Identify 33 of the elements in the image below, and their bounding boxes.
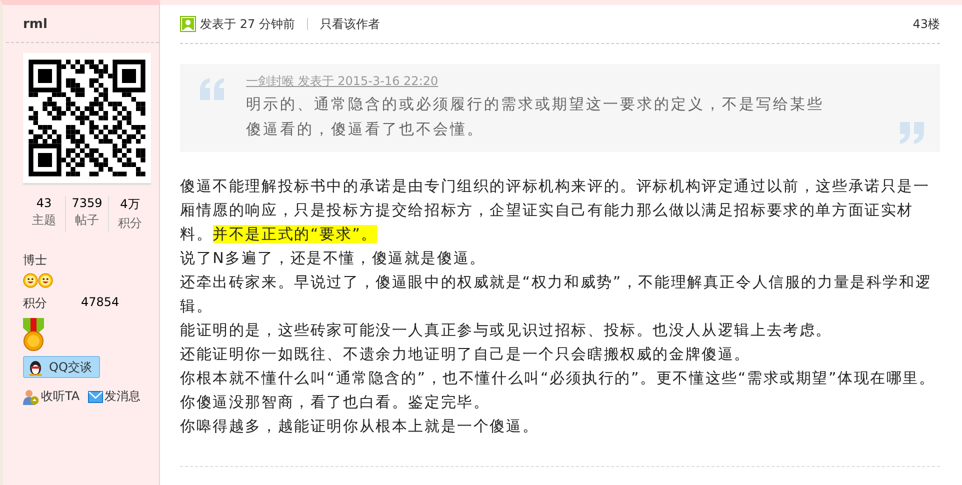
smiley-icon (23, 273, 38, 288)
smiley-icon (38, 273, 53, 288)
envelope-icon (88, 390, 103, 402)
post-paragraph: 你嗥得越多，越能证明你从根本上就是一个傻逼。 (180, 416, 540, 437)
points-value: 47854 (81, 295, 120, 311)
author-only-link[interactable]: 只看该作者 (320, 16, 380, 32)
user-icon (180, 16, 196, 32)
qq-chat-button[interactable]: QQ交谈 (23, 356, 100, 378)
post-time: 发表于 27 分钟前 (200, 16, 295, 32)
follow-link[interactable]: 收听TA (23, 388, 80, 405)
post-paragraph: 说了N多遍了，还是不懂，傻逼就是傻逼。 (180, 248, 487, 269)
stat-value[interactable]: 43 (36, 196, 52, 210)
stat-value[interactable]: 4万 (120, 196, 140, 213)
stat-label: 帖子 (75, 212, 99, 229)
post-paragraph: 傻逼不能理解投标书中的承诺是由专门组织的评标机构来评的。评标机构评定通过以前，这些承诺只是一厢情愿的响应，只是投标方提交给招标方，企望证实自己有能力那么做以满足招标要求的单方面证实材料。并不是正式的“要求”。 (180, 176, 931, 245)
stat-label: 主题 (32, 212, 56, 229)
quote-mark-icon (200, 78, 226, 100)
penguin-icon (28, 358, 43, 376)
rank-title: 博士 (23, 252, 48, 269)
floor-number: 43楼 (912, 16, 940, 32)
post-paragraph: 还能证明你一如既往、不遗余力地证明了自己是一个只会瞎搬权威的金牌傻逼。 (180, 344, 752, 365)
post-paragraph: 你根本就不懂什么叫“通常隐含的”，也不懂什么叫“必须执行的”。更不懂这些“需求或期望”体现在哪里。你傻逼没那智商，看了也白看。鉴定完毕。 (180, 368, 936, 413)
medal-icon (23, 318, 44, 352)
quote-mark-icon (898, 122, 924, 144)
person-icon (23, 388, 39, 404)
stat-value[interactable]: 7359 (72, 196, 102, 210)
author-name[interactable]: rml (6, 5, 159, 43)
points-label: 积分 (23, 295, 47, 312)
post-paragraph: 还牵出砖家来。早说过了，傻逼眼中的权威就是“权力和威势”，不能理解真正令人信服的力量是科学和逻辑。 (180, 272, 933, 317)
stat-label: 积分 (118, 215, 142, 232)
message-link[interactable]: 发消息 (88, 388, 141, 405)
quoted-text: 明示的、通常隐含的或必须履行的需求或期望这一要求的定义，不是写给某些傻逼看的，傻逼看了也不会懂。 (246, 94, 825, 140)
post-paragraph: 能证明的是，这些砖家可能没一人真正参与或见识过招标、投标。也没人从逻辑上去考虑。 (180, 320, 833, 341)
